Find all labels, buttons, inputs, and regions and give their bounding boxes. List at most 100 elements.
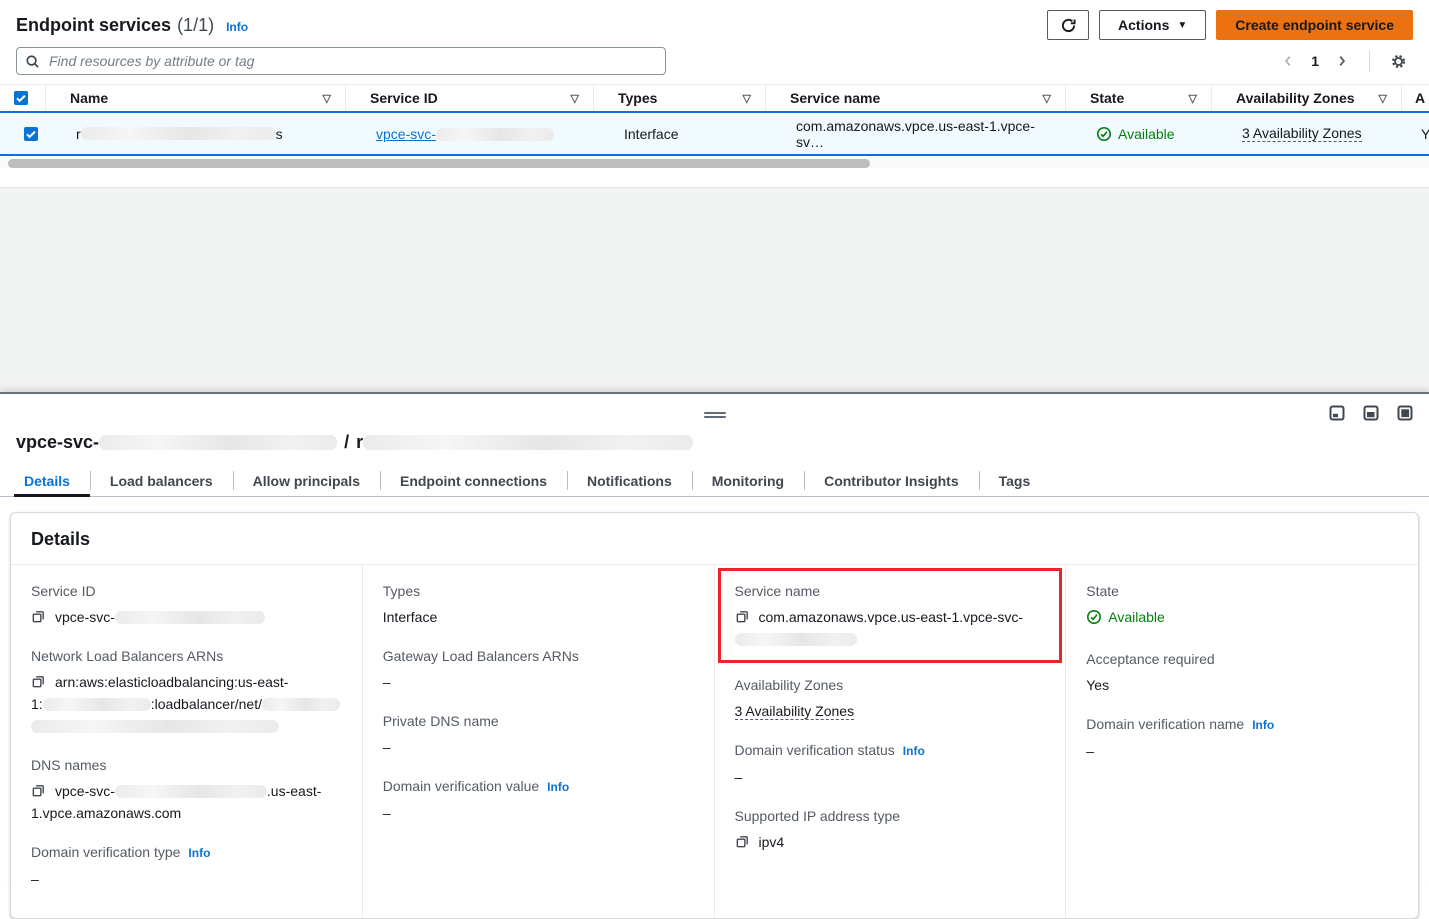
copy-icon[interactable] (31, 674, 46, 689)
create-endpoint-service-button[interactable]: Create endpoint service (1216, 10, 1413, 40)
scrollbar-track[interactable] (0, 159, 1429, 168)
field-label: Domain verification value (383, 778, 539, 794)
column-header-service-name[interactable]: Service name ▽ (766, 85, 1066, 111)
select-all-checkbox[interactable] (14, 91, 28, 105)
redacted-text (115, 611, 265, 624)
field-label: Domain verification status (735, 742, 895, 758)
column-label: A (1415, 90, 1425, 106)
filter-icon[interactable]: ▽ (571, 92, 579, 105)
tab-load-balancers[interactable]: Load balancers (90, 466, 233, 496)
field-value-text: com.amazonaws.vpce.us-east-1.vpce-svc- (759, 609, 1024, 625)
filter-icon[interactable]: ▽ (743, 92, 751, 105)
create-label: Create endpoint service (1235, 17, 1394, 33)
panel-size-small-button[interactable] (1329, 405, 1345, 421)
panel-size-large-button[interactable] (1397, 405, 1413, 421)
column-header-acceptance[interactable]: A (1402, 85, 1429, 111)
cell-types: Interface (600, 113, 772, 154)
field-value-text: – (383, 671, 694, 693)
column-header-name[interactable]: Name ▽ (46, 85, 346, 111)
field-value-text: Yes (1086, 674, 1398, 696)
actions-button[interactable]: Actions ▼ (1099, 10, 1206, 40)
cell-state: Available (1072, 113, 1218, 154)
info-link[interactable]: Info (903, 744, 925, 758)
tab-details[interactable]: Details (14, 466, 90, 496)
details-column-3: Service name com.amazonaws.vpce.us-east-… (715, 565, 1067, 918)
title-group: Endpoint services (1/1) Info (16, 15, 248, 36)
title-service-name: r (356, 432, 363, 452)
filter-icon[interactable]: ▽ (323, 92, 331, 105)
field-value-text: Interface (383, 606, 694, 628)
tab-label: Allow principals (253, 473, 360, 489)
title-separator: / (344, 432, 349, 452)
row-checkbox[interactable] (24, 127, 38, 141)
preferences-button[interactable] (1384, 51, 1413, 72)
info-link[interactable]: Info (547, 780, 569, 794)
column-label: Name (70, 90, 108, 106)
field-label: Gateway Load Balancers ARNs (383, 646, 694, 666)
field-value-text: – (383, 736, 694, 758)
search-box[interactable] (16, 47, 666, 75)
filter-icon[interactable]: ▽ (1043, 92, 1051, 105)
tab-allow-principals[interactable]: Allow principals (233, 466, 380, 496)
chevron-left-icon (1281, 54, 1295, 68)
page-title: Endpoint services (16, 15, 171, 36)
checkbox-checked-icon (14, 91, 28, 105)
tab-monitoring[interactable]: Monitoring (692, 466, 804, 496)
copy-icon[interactable] (735, 834, 750, 849)
redacted-text (115, 785, 267, 798)
info-link[interactable]: Info (1252, 718, 1274, 732)
details-column-1: Service ID vpce-svc- Network Load Balanc… (11, 565, 363, 918)
table-row[interactable]: rs vpce-svc- Interface com.amazonaws.vpc… (0, 111, 1429, 156)
tab-label: Notifications (587, 473, 672, 489)
info-link[interactable]: Info (226, 20, 248, 34)
cell-availability-zones: 3 Availability Zones (1218, 113, 1408, 154)
column-header-service-id[interactable]: Service ID ▽ (346, 85, 594, 111)
scrollbar-thumb[interactable] (8, 159, 870, 168)
availability-zones-popover[interactable]: 3 Availability Zones (735, 703, 855, 720)
tab-endpoint-connections[interactable]: Endpoint connections (380, 466, 567, 496)
tab-label: Tags (999, 473, 1031, 489)
tab-contributor-insights[interactable]: Contributor Insights (804, 466, 979, 496)
panel-size-medium-button[interactable] (1363, 405, 1379, 421)
details-grid: Service ID vpce-svc- Network Load Balanc… (11, 565, 1418, 918)
name-text: s (276, 126, 283, 142)
tab-tags[interactable]: Tags (979, 466, 1051, 496)
field-value-text: 1: (31, 696, 43, 712)
check-circle-icon (1086, 609, 1102, 625)
panel-large-icon (1397, 405, 1413, 421)
info-link[interactable]: Info (188, 846, 210, 860)
column-header-state[interactable]: State ▽ (1066, 85, 1212, 111)
table-bottom-padding (0, 172, 1429, 188)
column-header-types[interactable]: Types ▽ (594, 85, 766, 111)
previous-page-button[interactable] (1275, 52, 1301, 70)
availability-zones-popover[interactable]: 3 Availability Zones (1242, 125, 1362, 142)
page-number[interactable]: 1 (1305, 53, 1325, 69)
column-header-availability-zones[interactable]: Availability Zones ▽ (1212, 85, 1402, 111)
field-domain-verification-type: Domain verification typeInfo – (31, 842, 342, 890)
field-availability-zones: Availability Zones 3 Availability Zones (735, 675, 1046, 722)
redacted-text (81, 127, 276, 140)
chevron-right-icon (1335, 54, 1349, 68)
copy-icon[interactable] (31, 783, 46, 798)
field-value-text: arn:aws:elasticloadbalancing:us-east- (55, 674, 288, 690)
tab-bar: Details Load balancers Allow principals … (0, 466, 1429, 497)
column-label: State (1090, 90, 1124, 106)
field-label: Availability Zones (735, 675, 1046, 695)
copy-icon[interactable] (31, 609, 46, 624)
filter-icon[interactable]: ▽ (1189, 92, 1197, 105)
service-id-link[interactable]: vpce-svc- (376, 126, 554, 142)
tab-notifications[interactable]: Notifications (567, 466, 692, 496)
gear-icon (1390, 53, 1407, 70)
header-actions: Actions ▼ Create endpoint service (1047, 10, 1413, 40)
column-label: Types (618, 90, 657, 106)
copy-icon[interactable] (735, 609, 750, 624)
cell-name: rs (52, 113, 352, 154)
filter-icon[interactable]: ▽ (1379, 92, 1387, 105)
refresh-button[interactable] (1047, 10, 1089, 40)
split-panel-drag-handle[interactable] (704, 410, 726, 420)
column-label: Service ID (370, 90, 438, 106)
search-input[interactable] (47, 52, 657, 70)
list-section: Endpoint services (1/1) Info Actions ▼ C… (0, 0, 1429, 392)
list-toolbar: 1 (0, 46, 1429, 84)
next-page-button[interactable] (1329, 52, 1355, 70)
